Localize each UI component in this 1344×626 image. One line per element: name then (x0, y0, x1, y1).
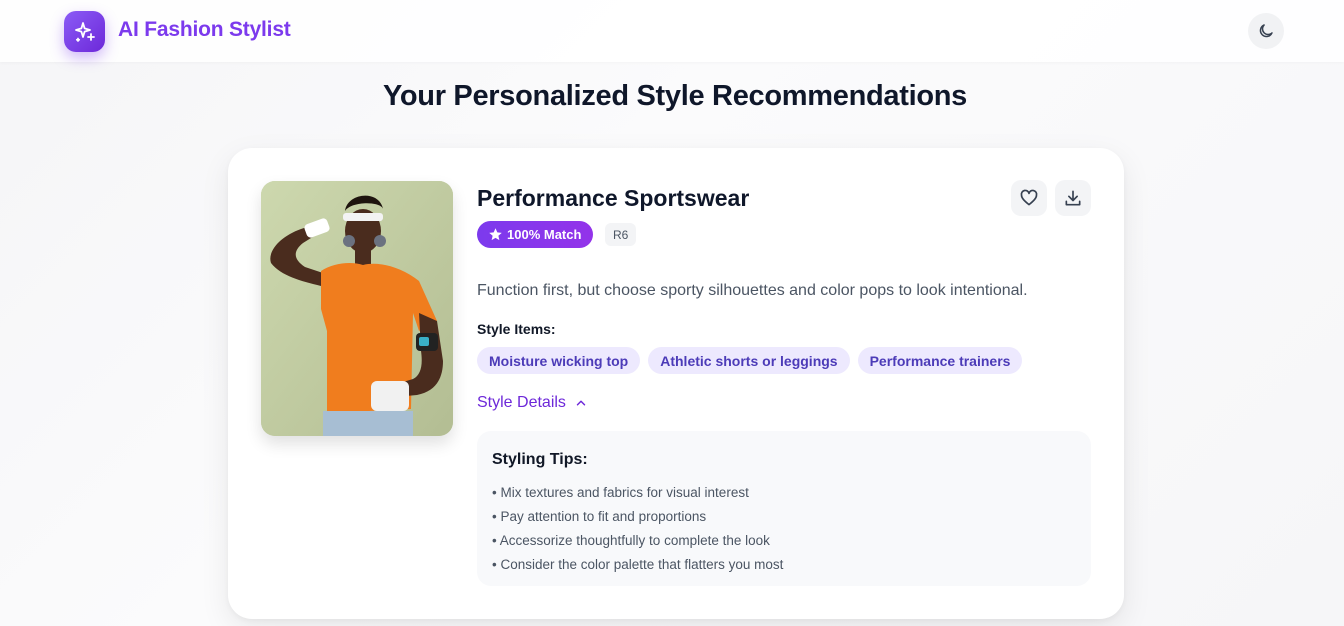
app-title[interactable]: AI Fashion Stylist (118, 18, 291, 42)
styling-tip: • Accessorize thoughtfully to complete t… (492, 533, 770, 548)
heart-icon (1020, 189, 1038, 206)
style-details-label: Style Details (477, 394, 566, 411)
styling-tips-title: Styling Tips: (492, 451, 588, 468)
style-items-label: Style Items: (477, 321, 556, 337)
styling-tips-list: • Mix textures and fabrics for visual in… (492, 481, 783, 577)
style-items-list: Moisture wicking top Athletic shorts or … (477, 347, 1023, 374)
recommendation-code-badge: R6 (605, 223, 637, 246)
style-item-tag: Performance trainers (857, 347, 1023, 374)
style-details-toggle[interactable]: Style Details (477, 394, 588, 412)
styling-tip: • Pay attention to fit and proportions (492, 509, 707, 524)
styling-tip: • Consider the color palette that flatte… (492, 557, 784, 572)
favorite-button[interactable] (1011, 180, 1047, 216)
app-header: AI Fashion Stylist (0, 0, 1344, 62)
match-badge: 100% Match (477, 221, 594, 248)
download-button[interactable] (1055, 180, 1091, 216)
match-label: 100% Match (507, 227, 582, 242)
chevron-up-icon (576, 400, 586, 406)
moon-icon (1259, 24, 1273, 38)
star-icon (489, 228, 502, 241)
theme-toggle-button[interactable] (1248, 13, 1284, 49)
styling-tips-panel: Styling Tips: • Mix textures and fabrics… (477, 431, 1091, 586)
recommendation-description: Function first, but choose sporty silhou… (477, 282, 1028, 299)
download-icon (1065, 190, 1081, 206)
recommendation-title: Performance Sportswear (477, 185, 750, 211)
styling-tip: • Mix textures and fabrics for visual in… (492, 485, 749, 500)
sparkles-icon[interactable] (64, 11, 105, 52)
recommendation-card: Performance Sportswear 100% Match R6 Fun… (228, 148, 1124, 619)
outfit-image (261, 181, 453, 436)
style-item-tag: Athletic shorts or leggings (648, 347, 850, 374)
page-title: Your Personalized Style Recommendations (382, 80, 968, 112)
style-item-tag: Moisture wicking top (477, 347, 641, 374)
